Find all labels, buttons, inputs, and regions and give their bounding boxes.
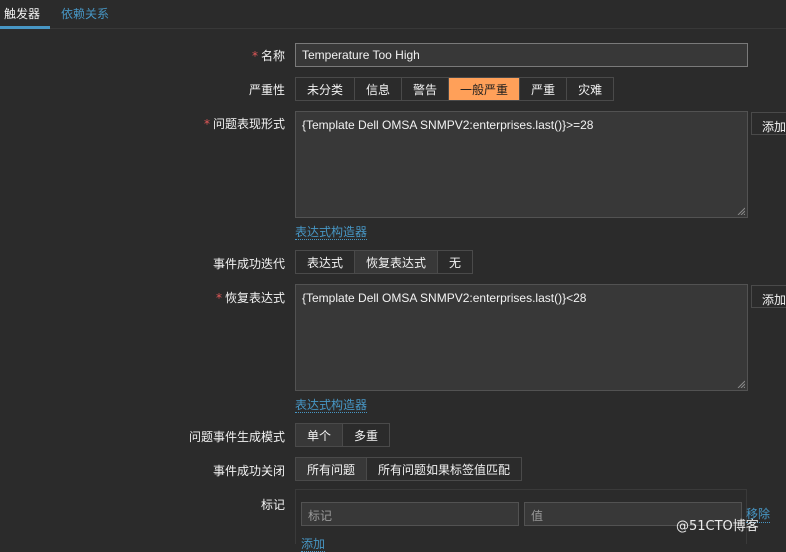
ok-event-closes-tag-match[interactable]: 所有问题如果标签值匹配 <box>367 458 522 480</box>
severity-option-high[interactable]: 严重 <box>520 78 568 100</box>
problem-expression-add-button[interactable]: 添加 <box>751 112 786 135</box>
ok-event-generation-label: 事件成功迭代 <box>212 257 285 271</box>
tag-add-link[interactable]: 添加 <box>301 537 326 552</box>
recovery-expression-textarea[interactable]: {Template Dell OMSA SNMPV2:enterprises.l… <box>295 284 748 391</box>
ok-event-option-expression[interactable]: 表达式 <box>296 251 356 273</box>
ok-event-option-recovery-expression[interactable]: 恢复表达式 <box>355 251 439 273</box>
severity-label: 严重性 <box>248 83 285 97</box>
severity-option-warning[interactable]: 警告 <box>402 78 450 100</box>
resize-handle-icon[interactable] <box>737 207 745 215</box>
tag-name-input[interactable]: 标记 <box>301 502 519 526</box>
recovery-expression-builder-link[interactable]: 表达式构造器 <box>295 398 368 413</box>
tab-triggers[interactable]: 触发器 <box>0 5 50 29</box>
problem-event-mode-selector: 单个 多重 <box>295 423 391 447</box>
watermark: @51CTO博客 <box>676 519 759 534</box>
ok-event-closes-all-problems[interactable]: 所有问题 <box>296 458 368 480</box>
tab-bar: 触发器 依赖关系 <box>0 0 786 29</box>
recovery-expression-add-button[interactable]: 添加 <box>751 285 786 308</box>
problem-event-mode-multiple[interactable]: 多重 <box>343 424 390 446</box>
severity-option-average[interactable]: 一般严重 <box>449 78 521 100</box>
tags-label: 标记 <box>260 498 285 512</box>
problem-expression-builder-link[interactable]: 表达式构造器 <box>295 225 368 240</box>
resize-handle-icon[interactable] <box>737 380 745 388</box>
severity-selector: 未分类 信息 警告 一般严重 严重 灾难 <box>295 77 615 101</box>
problem-expression-label: * 问题表现形式 <box>203 117 285 131</box>
name-label: * 名称 <box>251 49 285 63</box>
ok-event-generation-selector: 表达式 恢复表达式 无 <box>295 250 474 274</box>
severity-option-information[interactable]: 信息 <box>355 78 403 100</box>
recovery-expression-label: * 恢复表达式 <box>215 291 285 305</box>
name-input[interactable]: Temperature Too High <box>295 43 748 67</box>
severity-option-disaster[interactable]: 灾难 <box>567 78 614 100</box>
severity-option-not-classified[interactable]: 未分类 <box>296 78 356 100</box>
tab-dependencies[interactable]: 依赖关系 <box>61 5 109 22</box>
problem-expression-textarea[interactable]: {Template Dell OMSA SNMPV2:enterprises.l… <box>295 111 748 218</box>
ok-event-option-none[interactable]: 无 <box>438 251 473 273</box>
ok-event-closes-selector: 所有问题 所有问题如果标签值匹配 <box>295 457 523 481</box>
problem-event-mode-single[interactable]: 单个 <box>296 424 344 446</box>
ok-event-closes-label: 事件成功关闭 <box>212 464 285 478</box>
problem-event-mode-label: 问题事件生成模式 <box>188 430 285 444</box>
